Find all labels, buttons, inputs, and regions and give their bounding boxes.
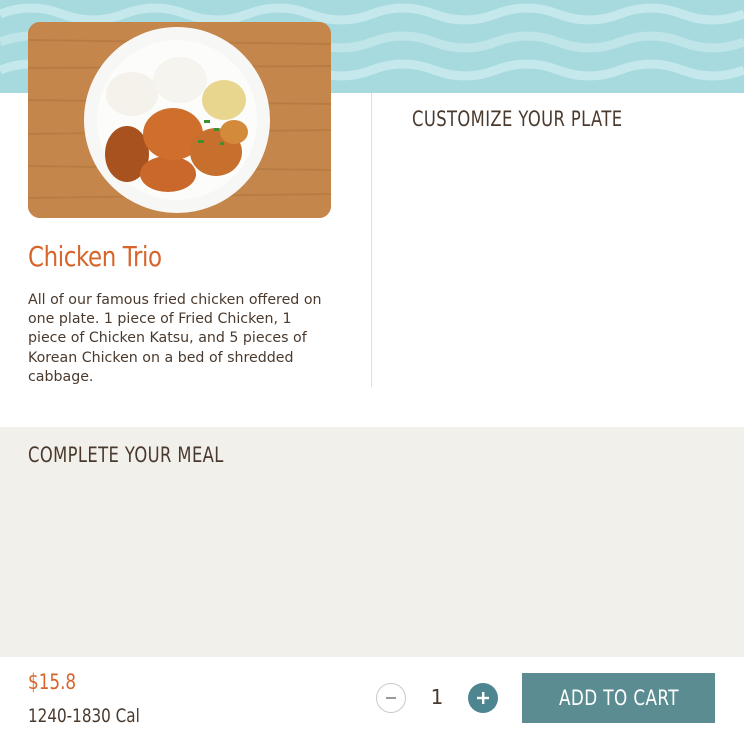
order-footer: $15.8 1240-1830 Cal 1 ADD TO CART	[0, 657, 744, 736]
product-title: Chicken Trio	[28, 240, 162, 273]
add-to-cart-label: ADD TO CART	[558, 686, 679, 710]
column-divider	[371, 93, 372, 387]
decrement-quantity-button[interactable]	[376, 683, 406, 713]
plus-icon	[477, 692, 489, 704]
product-image	[28, 22, 331, 218]
complete-meal-section: COMPLETE YOUR MEAL	[0, 427, 744, 657]
customize-plate-heading: CUSTOMIZE YOUR PLATE	[412, 107, 623, 131]
calorie-range: 1240-1830 Cal	[28, 705, 140, 727]
increment-quantity-button[interactable]	[468, 683, 498, 713]
quantity-value: 1	[430, 685, 444, 709]
product-description: All of our famous fried chicken offered …	[28, 292, 322, 385]
minus-icon	[386, 697, 396, 699]
complete-meal-heading: COMPLETE YOUR MEAL	[28, 443, 224, 467]
add-to-cart-button[interactable]: ADD TO CART	[522, 673, 715, 723]
price: $15.8	[28, 670, 77, 694]
